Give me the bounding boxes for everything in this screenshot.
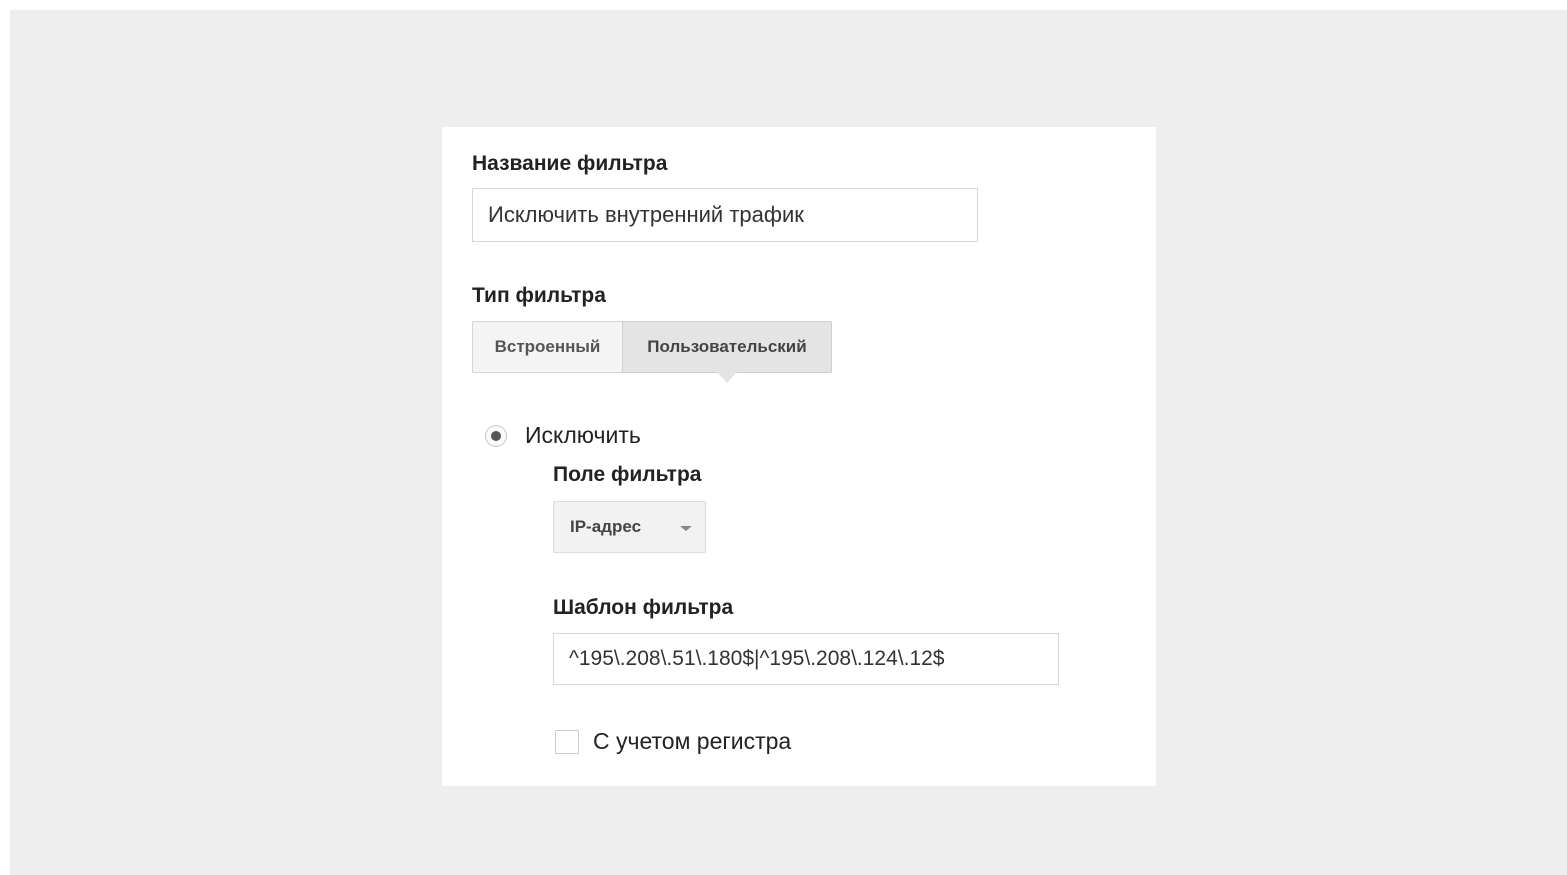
filter-type-label: Тип фильтра	[472, 284, 606, 307]
filter-name-label: Название фильтра	[472, 152, 668, 175]
filter-type-custom-button[interactable]: Пользовательский	[622, 321, 832, 373]
exclude-radio-label: Исключить	[525, 422, 641, 448]
case-sensitive-option[interactable]: С учетом регистра	[555, 728, 791, 755]
case-sensitive-label: С учетом регистра	[593, 728, 792, 754]
filter-pattern-label: Шаблон фильтра	[553, 596, 734, 619]
exclude-radio[interactable]	[485, 424, 507, 447]
filter-field-dropdown[interactable]: IP-адрес	[553, 501, 706, 553]
filter-type-toggle: Встроенный Пользовательский	[472, 321, 832, 373]
filter-field-label: Поле фильтра	[553, 463, 702, 486]
exclude-radio-option[interactable]: Исключить	[485, 422, 641, 449]
selected-tab-pointer	[717, 372, 737, 383]
radio-selected-dot	[491, 430, 501, 441]
chevron-down-icon	[680, 526, 692, 531]
filter-field-selected: IP-адрес	[570, 517, 642, 536]
filter-pattern-input[interactable]	[553, 633, 1059, 685]
filter-form-panel: Название фильтра Тип фильтра Встроенный …	[442, 127, 1156, 786]
filter-type-builtin-button[interactable]: Встроенный	[472, 321, 622, 373]
filter-name-input[interactable]	[472, 188, 978, 242]
case-sensitive-checkbox[interactable]	[555, 729, 579, 754]
